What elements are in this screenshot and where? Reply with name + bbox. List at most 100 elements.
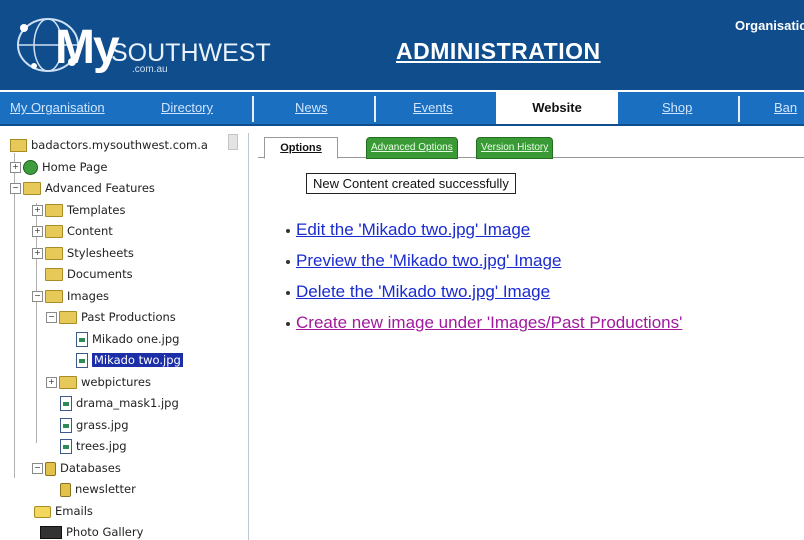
film-icon	[40, 526, 62, 539]
nav-separator	[252, 96, 254, 122]
folder-icon	[59, 376, 77, 389]
tree-item-label: Stylesheets	[67, 246, 134, 260]
collapse-icon[interactable]: −	[32, 291, 43, 302]
expand-icon[interactable]: +	[32, 205, 43, 216]
preview-image-link[interactable]: Preview the 'Mikado two.jpg' Image	[296, 251, 561, 270]
expand-icon[interactable]: +	[32, 226, 43, 237]
create-image-link[interactable]: Create new image under 'Images/Past Prod…	[296, 313, 682, 332]
tab-version-history[interactable]: Version History	[476, 137, 554, 159]
expand-icon[interactable]: +	[46, 377, 57, 388]
tree-item-photo-gallery[interactable]: Photo Gallery	[40, 522, 143, 540]
bullet-icon	[286, 321, 290, 326]
collapse-icon[interactable]: −	[32, 463, 43, 474]
tree-item-label: Photo Gallery	[66, 525, 144, 539]
tree-item-home-page[interactable]: + Home Page	[10, 157, 107, 177]
header-banner: My SOUTHWEST .com.au ADMINISTRATION Orga…	[0, 0, 804, 90]
tab-options[interactable]: Options	[264, 137, 338, 159]
tree-item-webpictures[interactable]: + webpictures	[46, 372, 151, 392]
tree-item-advanced-features[interactable]: − Advanced Features	[10, 178, 155, 198]
action-links: Edit the 'Mikado two.jpg' Image Preview …	[286, 219, 682, 343]
delete-image-link[interactable]: Delete the 'Mikado two.jpg' Image	[296, 282, 550, 301]
list-item: Edit the 'Mikado two.jpg' Image	[286, 219, 682, 250]
nav-tab-news[interactable]: News	[295, 92, 345, 124]
tree-item-stylesheets[interactable]: + Stylesheets	[32, 243, 134, 263]
nav-tab-events[interactable]: Events	[413, 92, 473, 124]
list-item: Delete the 'Mikado two.jpg' Image	[286, 281, 682, 312]
tree-item-label: Home Page	[42, 160, 108, 174]
tree-item-label: newsletter	[75, 482, 136, 496]
mysouthwest-logo[interactable]: My SOUTHWEST .com.au	[12, 14, 271, 76]
collapse-icon[interactable]: −	[10, 183, 21, 194]
tree-item-mikado-one[interactable]: Mikado one.jpg	[76, 329, 179, 349]
image-file-icon	[60, 418, 72, 433]
folder-icon	[45, 225, 63, 238]
organisation-label: Organisatio	[735, 18, 804, 33]
tree-item-content[interactable]: + Content	[32, 221, 113, 241]
nav-separator	[738, 96, 740, 122]
tree-item-label: Images	[67, 289, 110, 303]
folder-icon	[45, 247, 63, 260]
nav-tab-website[interactable]: Website	[496, 92, 618, 124]
list-item: Create new image under 'Images/Past Prod…	[286, 312, 682, 343]
tree-item-label-selected: Mikado two.jpg	[92, 353, 183, 367]
tab-advanced-options[interactable]: Advanced Options	[366, 137, 458, 159]
bullet-icon	[286, 259, 290, 264]
nav-tab-shop[interactable]: Shop	[662, 92, 702, 124]
nav-tab-my-organisation[interactable]: My Organisation	[10, 92, 128, 124]
logo-my-text: My	[55, 21, 120, 74]
status-message: New Content created successfully	[306, 173, 516, 194]
tree-item-label: Content	[67, 224, 113, 238]
content-panel: Options Advanced Options Version History…	[258, 133, 804, 540]
tree-root-label: badactors.mysouthwest.com.a	[31, 138, 208, 152]
list-item: Preview the 'Mikado two.jpg' Image	[286, 250, 682, 281]
main-nav: My Organisation Directory News Events We…	[0, 92, 804, 126]
image-file-icon	[60, 439, 72, 454]
nav-separator	[374, 96, 376, 122]
tree-item-trees[interactable]: trees.jpg	[60, 436, 127, 456]
image-file-icon	[76, 353, 88, 368]
site-tree: badactors.mysouthwest.com.a + Home Page −…	[8, 133, 249, 540]
expand-icon[interactable]: +	[32, 248, 43, 259]
image-file-icon	[60, 396, 72, 411]
tree-item-label: drama_mask1.jpg	[76, 396, 179, 410]
tree-item-label: Advanced Features	[45, 181, 155, 195]
tree-item-label: Databases	[60, 461, 121, 475]
nav-tab-banners[interactable]: Ban	[774, 92, 804, 124]
administration-title[interactable]: ADMINISTRATION	[396, 38, 601, 65]
bullet-icon	[286, 290, 290, 295]
tree-item-emails[interactable]: Emails	[34, 501, 93, 521]
website-icon	[10, 139, 27, 152]
expand-icon[interactable]: +	[10, 162, 21, 173]
tree-item-label: Mikado one.jpg	[92, 332, 180, 346]
tree-item-mikado-two[interactable]: Mikado two.jpg	[76, 350, 183, 370]
bullet-icon	[286, 228, 290, 233]
tree-item-label: Documents	[67, 267, 133, 281]
folder-open-icon	[23, 182, 41, 195]
folder-icon	[45, 268, 63, 281]
tree-guide-line	[14, 153, 15, 478]
tree-item-label: webpictures	[81, 375, 151, 389]
folder-open-icon	[59, 311, 77, 324]
nav-tab-directory[interactable]: Directory	[161, 92, 231, 124]
collapse-icon[interactable]: −	[46, 312, 57, 323]
tree-item-images[interactable]: − Images	[32, 286, 109, 306]
image-file-icon	[76, 332, 88, 347]
edit-image-link[interactable]: Edit the 'Mikado two.jpg' Image	[296, 220, 530, 239]
tree-item-past-productions[interactable]: − Past Productions	[46, 307, 176, 327]
globe-icon	[23, 160, 38, 175]
tree-item-label: Emails	[55, 504, 93, 518]
tree-item-documents[interactable]: Documents	[45, 264, 133, 284]
tree-item-templates[interactable]: + Templates	[32, 200, 125, 220]
tree-item-databases[interactable]: − Databases	[32, 458, 121, 478]
tree-scroll-button[interactable]	[228, 134, 238, 150]
database-icon	[60, 482, 71, 497]
tree-item-label: Past Productions	[81, 310, 176, 324]
tree-item-grass[interactable]: grass.jpg	[60, 415, 129, 435]
tree-item-label: Templates	[67, 203, 126, 217]
logo-domain-text: .com.au	[132, 64, 168, 75]
tree-item-drama-mask[interactable]: drama_mask1.jpg	[60, 393, 179, 413]
tree-item-label: grass.jpg	[76, 418, 129, 432]
tree-item-newsletter[interactable]: newsletter	[60, 479, 136, 499]
tree-root[interactable]: badactors.mysouthwest.com.a	[10, 135, 208, 155]
folder-icon	[45, 204, 63, 217]
